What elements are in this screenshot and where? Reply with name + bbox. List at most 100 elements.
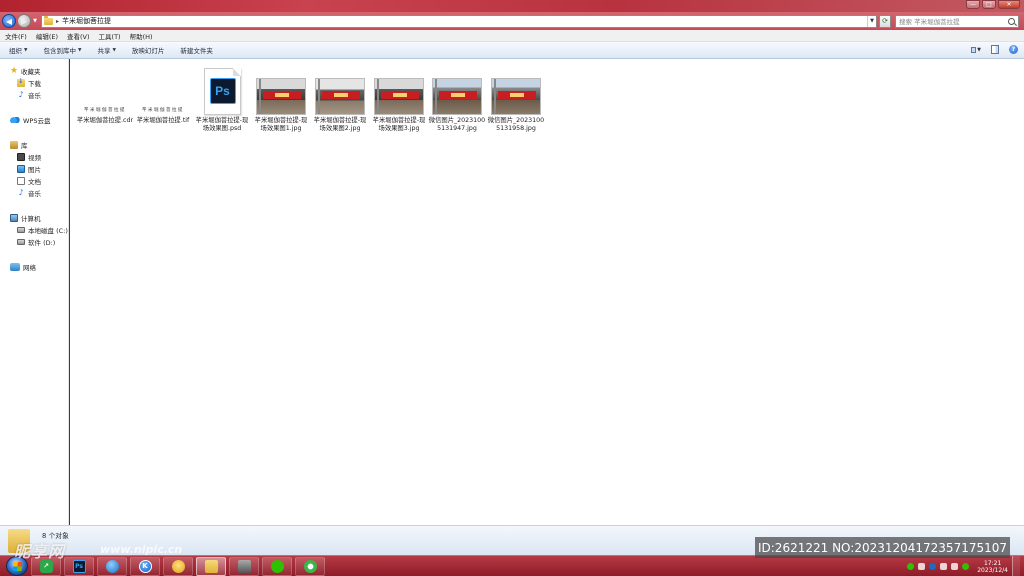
forward-button[interactable]: ▶ bbox=[17, 14, 31, 28]
search-input[interactable]: 搜索 芊米堀伽菩拉提 bbox=[895, 14, 1019, 28]
drive-icon bbox=[17, 239, 25, 245]
storefront-photo-thumbnail bbox=[256, 78, 306, 115]
file-item-wechat-2[interactable]: 微信图片_20231005131958.jpg bbox=[487, 65, 545, 133]
security-360-icon bbox=[303, 559, 317, 573]
nav-item-music[interactable]: ♪ 音乐 bbox=[17, 188, 41, 199]
nav-favorites[interactable]: ★ 收藏夹 bbox=[10, 66, 41, 77]
nav-item-downloads[interactable]: 下载 bbox=[17, 77, 41, 88]
drive-icon bbox=[17, 227, 25, 233]
file-item-jpg-3[interactable]: 芊米堀伽菩拉提-现场效果图3.jpg bbox=[370, 65, 428, 133]
nav-item-drive-c[interactable]: 本地磁盘 (C:) bbox=[17, 225, 68, 235]
nav-item-pictures[interactable]: 图片 bbox=[17, 164, 41, 174]
address-dropdown-button[interactable]: ▼ bbox=[867, 15, 876, 27]
back-button[interactable]: ◀ bbox=[2, 14, 16, 28]
food-app-icon bbox=[171, 559, 185, 573]
breadcrumb-separator-icon[interactable]: ▸ bbox=[56, 18, 59, 25]
file-item-jpg-2[interactable]: 芊米堀伽菩拉提-现场效果图2.jpg bbox=[311, 65, 369, 133]
tray-app-icon[interactable] bbox=[918, 563, 926, 570]
nav-label: 音乐 bbox=[28, 92, 41, 100]
search-icon[interactable] bbox=[1008, 17, 1015, 25]
nav-network[interactable]: 网络 bbox=[10, 262, 36, 272]
folder-icon bbox=[44, 15, 53, 25]
watermark-logo: 昵享网 bbox=[14, 542, 66, 561]
address-bar[interactable]: ▸ 芊米堀伽菩拉提 ▼ bbox=[41, 14, 877, 28]
help-icon[interactable]: ? bbox=[1009, 45, 1018, 54]
refresh-button[interactable]: ⟳ bbox=[879, 14, 891, 28]
change-view-button[interactable]: ▼ bbox=[971, 45, 981, 54]
monitor-icon bbox=[237, 559, 251, 573]
taskbar-browser[interactable] bbox=[97, 556, 127, 576]
preview-pane-button[interactable] bbox=[991, 45, 999, 54]
music-icon: ♪ bbox=[18, 188, 24, 197]
computer-icon bbox=[10, 214, 18, 222]
share-button[interactable]: 共享 ▼ bbox=[97, 45, 115, 55]
file-item-tif[interactable]: 芊米堀伽菩拉提 芊米堀伽菩拉提.tif bbox=[134, 65, 192, 125]
nav-item-music-fav[interactable]: ♪ 音乐 bbox=[17, 90, 41, 101]
arrow-right-icon: ▶ bbox=[20, 16, 28, 26]
show-desktop-button[interactable] bbox=[1012, 556, 1020, 576]
include-in-library-button[interactable]: 包含到库中 ▼ bbox=[43, 45, 81, 55]
menu-file[interactable]: 文件(F) bbox=[5, 31, 27, 41]
breadcrumb-current[interactable]: 芊米堀伽菩拉提 bbox=[62, 16, 111, 26]
watermark-id: ID:2621221 NO:20231204172357175107 bbox=[755, 537, 1010, 558]
refresh-icon: ⟳ bbox=[882, 17, 888, 25]
menu-view[interactable]: 查看(V) bbox=[67, 31, 90, 41]
view-controls: ▼ ? bbox=[971, 45, 1018, 54]
video-icon bbox=[17, 153, 25, 161]
slideshow-button[interactable]: 放映幻灯片 bbox=[132, 45, 165, 55]
organize-button[interactable]: 组织 ▼ bbox=[9, 45, 27, 55]
file-name: 芊米堀伽菩拉提-现场效果图.psd bbox=[195, 117, 249, 132]
arrow-left-icon: ◀ bbox=[5, 16, 13, 26]
file-list-pane[interactable]: 芊米堀伽菩拉提 芊米堀伽菩拉提.cdr 芊米堀伽菩拉提 芊米堀伽菩拉提.tif … bbox=[70, 59, 1024, 525]
taskbar-food-app[interactable] bbox=[163, 556, 193, 576]
maximize-button[interactable]: □ bbox=[982, 0, 996, 9]
file-thumbnail bbox=[370, 65, 428, 115]
pictures-icon bbox=[17, 165, 25, 173]
taskbar-photoshop[interactable]: Ps bbox=[64, 556, 94, 576]
tray-wechat-icon[interactable] bbox=[907, 563, 915, 570]
file-thumbnail: 芊米堀伽菩拉提 bbox=[76, 65, 134, 115]
recent-pages-dropdown[interactable]: ▼ bbox=[32, 18, 38, 24]
file-item-psd[interactable]: Ps 芊米堀伽菩拉提-现场效果图.psd bbox=[193, 65, 251, 133]
tray-volume-icon[interactable] bbox=[940, 563, 948, 570]
nav-label: 库 bbox=[21, 142, 28, 150]
file-item-jpg-1[interactable]: 芊米堀伽菩拉提-现场效果图1.jpg bbox=[252, 65, 310, 133]
close-button[interactable]: ✕ bbox=[998, 0, 1020, 9]
taskbar-360[interactable] bbox=[295, 556, 325, 576]
nav-item-videos[interactable]: 视频 bbox=[17, 152, 41, 162]
file-item-wechat-1[interactable]: 微信图片_20231005131947.jpg bbox=[428, 65, 486, 133]
nav-label: 文档 bbox=[28, 178, 41, 186]
command-bar: 组织 ▼ 包含到库中 ▼ 共享 ▼ 放映幻灯片 新建文件夹 ▼ ? bbox=[0, 42, 1024, 59]
system-clock[interactable]: 17:21 2023/12/4 bbox=[977, 560, 1008, 574]
tray-360-icon[interactable] bbox=[962, 563, 970, 570]
menu-help[interactable]: 帮助(H) bbox=[130, 31, 153, 41]
storefront-photo-thumbnail bbox=[432, 78, 482, 115]
nav-computer[interactable]: 计算机 bbox=[10, 213, 41, 223]
address-row: ◀ ▶ ▼ ▸ 芊米堀伽菩拉提 ▼ ⟳ 搜索 芊米堀伽菩拉提 bbox=[0, 12, 1024, 30]
downloads-icon bbox=[17, 77, 25, 87]
taskbar-app-monitor[interactable] bbox=[229, 556, 259, 576]
taskbar-explorer[interactable] bbox=[196, 556, 226, 576]
storefront-photo-thumbnail bbox=[315, 78, 365, 115]
chevron-down-icon: ▼ bbox=[112, 47, 116, 53]
music-icon: ♪ bbox=[18, 90, 24, 99]
tray-input-icon[interactable] bbox=[951, 563, 959, 570]
nav-label: 下载 bbox=[28, 80, 41, 88]
menu-tools[interactable]: 工具(T) bbox=[99, 31, 121, 41]
tray-network-icon[interactable] bbox=[929, 563, 937, 570]
nav-item-documents[interactable]: 文档 bbox=[17, 176, 41, 186]
minimize-button[interactable]: — bbox=[966, 0, 980, 9]
file-item-cdr[interactable]: 芊米堀伽菩拉提 芊米堀伽菩拉提.cdr bbox=[76, 65, 134, 125]
nav-item-drive-d[interactable]: 软件 (D:) bbox=[17, 237, 55, 247]
file-name: 芊米堀伽菩拉提-现场效果图2.jpg bbox=[313, 117, 367, 132]
taskbar-k-app[interactable]: K bbox=[130, 556, 160, 576]
taskbar-wechat[interactable] bbox=[262, 556, 292, 576]
k-app-icon: K bbox=[138, 559, 152, 573]
menu-bar: 文件(F) 编辑(E) 查看(V) 工具(T) 帮助(H) bbox=[0, 30, 1024, 42]
menu-edit[interactable]: 编辑(E) bbox=[36, 31, 58, 41]
nav-wps-cloud[interactable]: WPS云盘 bbox=[10, 115, 50, 125]
new-folder-button[interactable]: 新建文件夹 bbox=[180, 45, 213, 55]
nav-libraries[interactable]: 库 bbox=[10, 140, 28, 150]
nav-label: 音乐 bbox=[28, 190, 41, 198]
chevron-down-icon: ▼ bbox=[977, 46, 981, 53]
